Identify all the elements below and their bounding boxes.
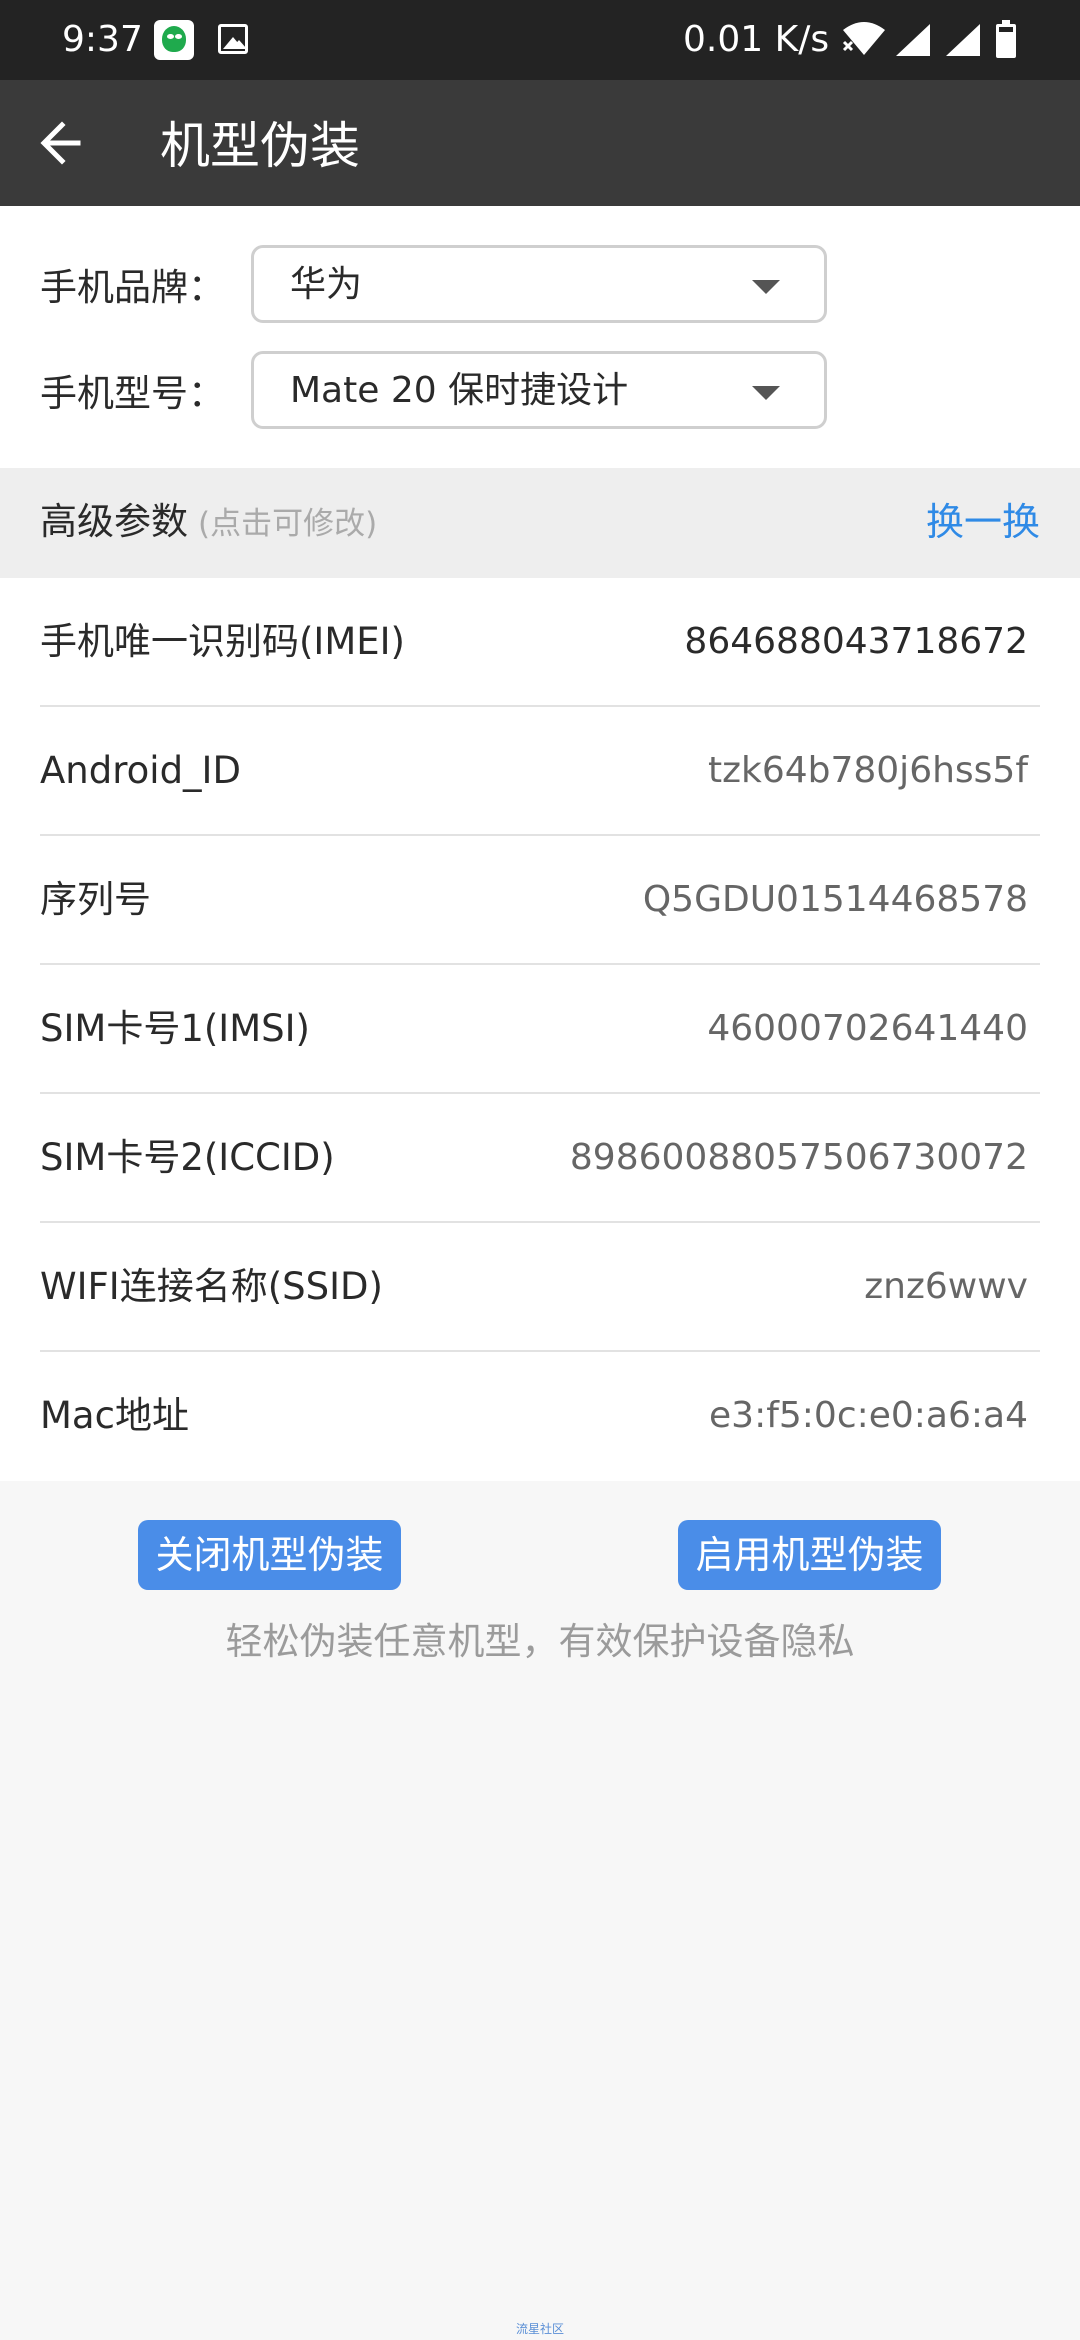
param-row-mac[interactable]: Mac地址 e3:f5:0c:e0:a6:a4 <box>40 1352 1040 1481</box>
app-bar: 机型伪装 <box>0 80 1080 206</box>
param-label: SIM卡号2(ICCID) <box>40 1136 335 1179</box>
disable-disguise-button[interactable]: 关闭机型伪装 <box>138 1520 401 1590</box>
section-title: 高级参数 (点击可修改) <box>40 498 377 548</box>
param-value: e3:f5:0c:e0:a6:a4 <box>709 1395 1028 1436</box>
param-value: 46000702641440 <box>707 1008 1028 1049</box>
advanced-params-header: 高级参数 (点击可修改) 换一换 <box>0 468 1080 578</box>
status-time: 9:37 <box>62 19 143 60</box>
signal-icon <box>946 24 980 56</box>
param-label: SIM卡号1(IMSI) <box>40 1007 310 1050</box>
model-value: Mate 20 保时捷设计 <box>290 370 629 411</box>
param-label: WIFI连接名称(SSID) <box>40 1265 383 1308</box>
edit-hint: (点击可修改) <box>198 506 378 542</box>
device-selector-form: 手机品牌： 华为 手机型号： Mate 20 保时捷设计 <box>0 206 1080 468</box>
params-list: 手机唯一识别码(IMEI) 864688043718672 Android_ID… <box>0 578 1080 1481</box>
tagline: 轻松伪装任意机型，有效保护设备隐私 <box>225 1620 855 1663</box>
model-dropdown[interactable]: Mate 20 保时捷设计 <box>251 351 827 429</box>
brand-value: 华为 <box>290 264 363 305</box>
shuffle-button[interactable]: 换一换 <box>926 498 1040 546</box>
brand-dropdown[interactable]: 华为 <box>251 245 827 323</box>
param-row-imei[interactable]: 手机唯一识别码(IMEI) 864688043718672 <box>40 578 1040 707</box>
status-bar: 9:37 0.01 K/s <box>0 0 1080 80</box>
param-value: 864688043718672 <box>684 621 1028 662</box>
param-label: 手机唯一识别码(IMEI) <box>40 620 405 663</box>
gallery-icon <box>218 24 248 54</box>
param-label: 序列号 <box>40 878 151 921</box>
param-row-ssid[interactable]: WIFI连接名称(SSID) znz6wwv <box>40 1223 1040 1352</box>
param-value: Q5GDU01514468578 <box>642 879 1028 920</box>
network-speed: 0.01 K/s <box>683 19 830 60</box>
param-row-imsi[interactable]: SIM卡号1(IMSI) 46000702641440 <box>40 965 1040 1094</box>
param-row-serial[interactable]: 序列号 Q5GDU01514468578 <box>40 836 1040 965</box>
arrow-left-icon[interactable] <box>30 110 96 176</box>
param-label: Mac地址 <box>40 1394 189 1437</box>
param-row-android-id[interactable]: Android_ID tzk64b780j6hss5f <box>40 707 1040 836</box>
advanced-title: 高级参数 <box>40 500 188 543</box>
app-notification-icon <box>154 20 194 60</box>
battery-icon <box>996 20 1016 58</box>
wifi-icon <box>842 22 885 55</box>
dropdown-arrow-icon <box>752 386 780 400</box>
param-value: tzk64b780j6hss5f <box>707 750 1028 791</box>
dropdown-arrow-icon <box>752 280 780 294</box>
watermark: 流星社区 <box>515 2322 564 2336</box>
param-row-iccid[interactable]: SIM卡号2(ICCID) 89860088057506730072 <box>40 1094 1040 1223</box>
signal-icon <box>896 24 930 56</box>
enable-disguise-button[interactable]: 启用机型伪装 <box>678 1520 941 1590</box>
page-title: 机型伪装 <box>160 117 360 175</box>
brand-label: 手机品牌： <box>40 266 225 309</box>
param-value: znz6wwv <box>864 1266 1028 1307</box>
model-label: 手机型号： <box>40 372 225 415</box>
param-value: 89860088057506730072 <box>569 1137 1028 1178</box>
param-label: Android_ID <box>40 749 241 792</box>
